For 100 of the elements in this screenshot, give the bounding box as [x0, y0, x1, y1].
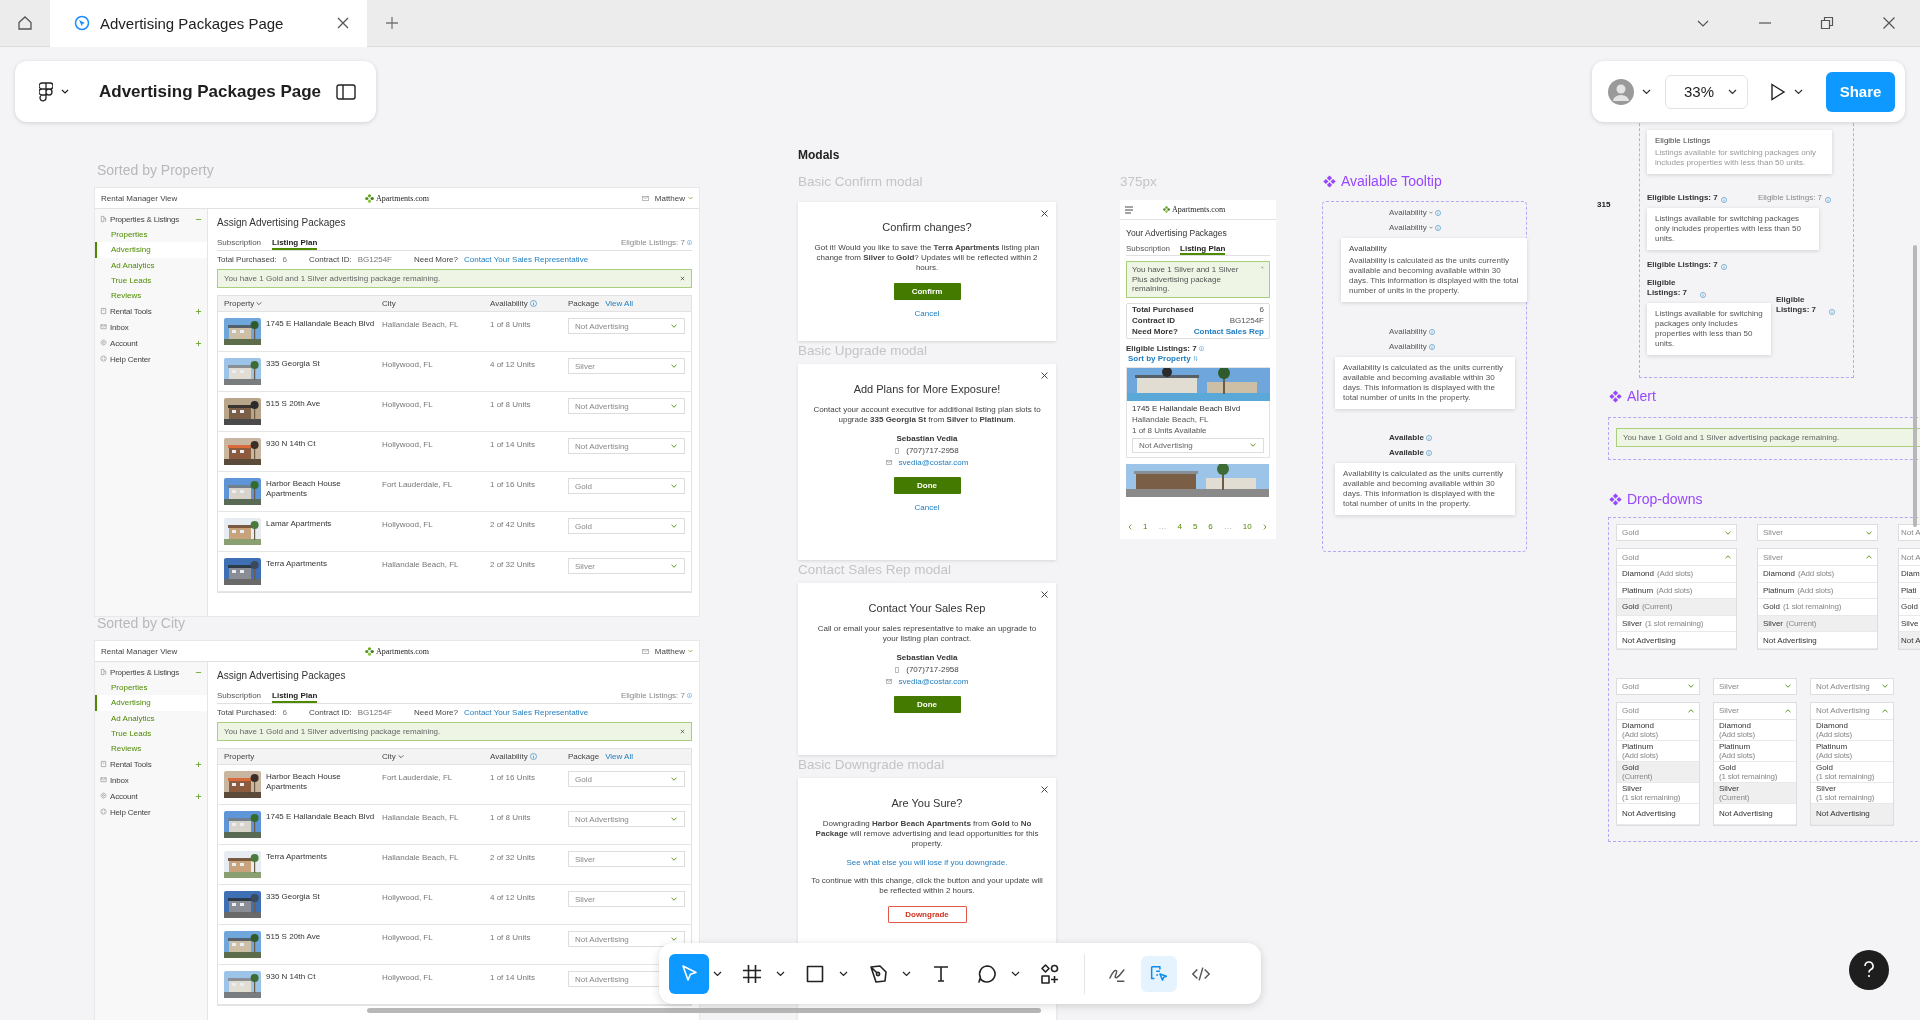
column-header[interactable]: Availability	[490, 752, 537, 761]
close-icon[interactable]	[1041, 786, 1048, 793]
info-icon[interactable]	[1425, 434, 1432, 441]
contact-link[interactable]: Contact Sales Rep	[1193, 326, 1264, 336]
column-header[interactable]: Property	[224, 752, 255, 761]
caret-icon[interactable]	[713, 970, 722, 977]
caret-icon[interactable]	[902, 970, 911, 977]
browser-tab[interactable]: Advertising Packages Page	[50, 0, 367, 47]
nav-subitem[interactable]: Ad Analytics	[95, 710, 207, 726]
package-dropdown[interactable]: Not Advertising	[568, 931, 685, 947]
dropdown-option[interactable]: Silver (Current)	[1714, 782, 1796, 804]
nav-subitem[interactable]: Reviews	[95, 288, 207, 304]
plus-icon[interactable]	[195, 340, 202, 347]
modal-button[interactable]: Done	[893, 696, 961, 713]
package-dropdown[interactable]: Gold	[568, 518, 685, 534]
modal-button[interactable]: Downgrade	[887, 906, 967, 923]
dropdown[interactable]: Silver	[1757, 524, 1878, 541]
next-icon[interactable]	[1262, 523, 1267, 530]
dropdown[interactable]: Gold	[1616, 524, 1737, 541]
scrollbar[interactable]	[367, 1008, 1041, 1013]
info-icon[interactable]	[1425, 449, 1432, 456]
user-menu[interactable]: Matthew	[654, 646, 693, 656]
package-dropdown[interactable]: Not Advertising	[568, 398, 685, 414]
sort-link[interactable]: Sort by Property	[1128, 353, 1191, 363]
package-dropdown[interactable]: Not Advertising	[568, 811, 685, 827]
nav-item[interactable]: Inbox	[95, 772, 207, 789]
nav-subitem[interactable]: Properties	[95, 680, 207, 696]
column-header[interactable]: City	[382, 299, 396, 308]
contact-link[interactable]: Contact Your Sales Representative	[464, 255, 589, 264]
column-header[interactable]: City	[382, 752, 404, 761]
nav-item[interactable]: Account	[95, 788, 207, 805]
column-header[interactable]: Package	[568, 299, 600, 308]
dropdown[interactable]: Not A	[1898, 524, 1920, 541]
package-dropdown[interactable]: Silver	[568, 358, 685, 374]
close-icon[interactable]	[680, 729, 685, 734]
info-icon[interactable]	[1720, 264, 1727, 270]
plus-icon[interactable]	[385, 16, 399, 30]
info-icon[interactable]	[1198, 345, 1204, 351]
help-button[interactable]	[1849, 950, 1889, 990]
package-dropdown[interactable]: Not Advertising	[568, 318, 685, 334]
dropdown-option[interactable]: Not A	[1899, 632, 1920, 649]
mail-icon[interactable]	[641, 648, 649, 654]
column-header[interactable]: Property	[224, 299, 263, 308]
tab[interactable]: Listing Plan	[1180, 241, 1226, 255]
view-all-link[interactable]: View All	[605, 752, 633, 761]
info-icon[interactable]	[529, 753, 537, 760]
package-dropdown[interactable]: Silver	[568, 851, 685, 867]
email-link[interactable]: svedia@costar.com	[898, 677, 969, 686]
file-title[interactable]: Advertising Packages Page	[99, 81, 328, 102]
menu-icon[interactable]	[1125, 205, 1133, 214]
contact-link[interactable]: Contact Your Sales Representative	[464, 708, 589, 717]
info-icon[interactable]	[1434, 209, 1441, 216]
cancel-link[interactable]: Cancel	[914, 503, 940, 512]
nav-subitem[interactable]: Ad Analytics	[95, 257, 207, 273]
close-icon[interactable]	[337, 17, 349, 29]
caret-icon[interactable]	[776, 970, 785, 977]
info-icon[interactable]	[529, 300, 537, 307]
dropdown-option[interactable]: Not Advertising	[1811, 803, 1893, 825]
dropdown[interactable]: Silver	[1713, 677, 1797, 695]
package-dropdown[interactable]: Silver	[568, 558, 685, 574]
nav-subitem[interactable]: Properties	[95, 227, 207, 243]
dropdown[interactable]: Not Advertising	[1810, 677, 1894, 695]
mode-button[interactable]	[1141, 955, 1177, 992]
package-dropdown[interactable]: Silver	[568, 891, 685, 907]
downgrade-info-link[interactable]: See what else you will lose if you downgrade.	[846, 858, 1008, 867]
plus-icon[interactable]	[195, 308, 202, 315]
email-link[interactable]: svedia@costar.com	[898, 458, 969, 467]
tab[interactable]: Listing Plan	[272, 234, 318, 250]
logo-icon[interactable]	[39, 81, 53, 102]
nav-item[interactable]: Help Center	[95, 804, 207, 821]
play-icon[interactable]	[1770, 82, 1787, 101]
nav-item[interactable]: Rental Tools	[95, 756, 207, 773]
nav-subitem[interactable]: Advertising	[95, 695, 207, 711]
previous-icon[interactable]	[1128, 523, 1132, 530]
page-link[interactable]: 4	[1177, 522, 1182, 531]
caret-icon[interactable]	[839, 970, 848, 977]
restore-icon[interactable]	[1820, 16, 1834, 30]
caret-icon[interactable]	[1642, 88, 1651, 95]
cancel-link[interactable]: Cancel	[914, 309, 940, 318]
package-dropdown[interactable]: Gold	[568, 478, 685, 494]
close-icon[interactable]	[1041, 372, 1048, 379]
dropdown-option[interactable]: Gold (Current)	[1617, 761, 1699, 783]
column-header[interactable]: Availability	[490, 299, 537, 308]
info-icon[interactable]	[1829, 309, 1835, 315]
page-link[interactable]: 6	[1208, 522, 1213, 531]
close-icon[interactable]	[680, 276, 685, 281]
nav-subitem[interactable]: Reviews	[95, 741, 207, 757]
package-dropdown[interactable]: Gold	[568, 771, 685, 787]
sort-icon[interactable]	[1192, 355, 1198, 361]
nav-item[interactable]: Inbox	[95, 319, 207, 336]
nav-item[interactable]: Properties & Listings	[95, 211, 207, 227]
view-all-link[interactable]: View All	[605, 299, 633, 308]
nav-item[interactable]: Properties & Listings	[95, 664, 207, 680]
plus-icon[interactable]	[195, 793, 202, 800]
nav-item[interactable]: Rental Tools	[95, 303, 207, 320]
plus-icon[interactable]	[195, 761, 202, 768]
close-icon[interactable]	[1041, 591, 1048, 598]
nav-item[interactable]: Account	[95, 335, 207, 352]
avatar[interactable]	[1608, 78, 1634, 105]
nav-item[interactable]: Help Center	[95, 351, 207, 368]
